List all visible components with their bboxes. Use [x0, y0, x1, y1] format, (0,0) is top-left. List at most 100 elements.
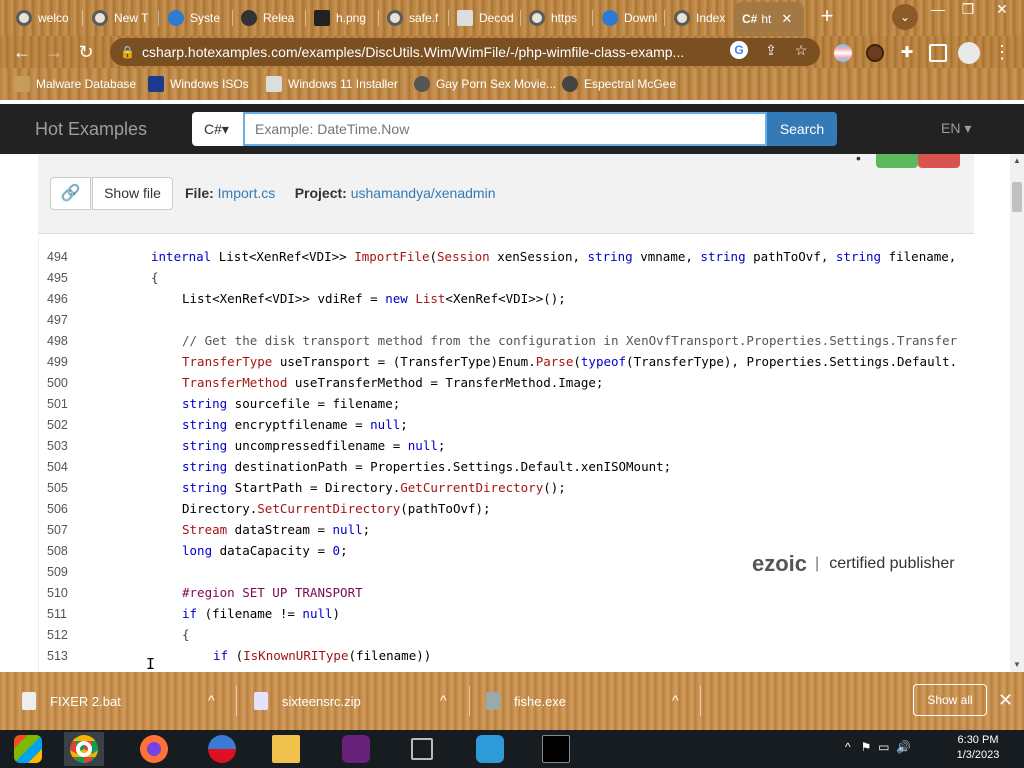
address-bar[interactable]: 🔒 csharp.hotexamples.com/examples/DiscUt… [110, 38, 820, 66]
ezoic-logo: ezoic [752, 551, 808, 576]
tab-active-hotexamples[interactable]: C# ht ✕ [734, 2, 804, 36]
download-bar: FIXER 2.bat ^ sixteensrc.zip ^ fishe.exe ^ … [0, 672, 1024, 730]
language-select[interactable]: C#▾ [192, 112, 243, 146]
code-line: 503 string uncompressedfilename = null; [47, 438, 446, 453]
close-window-icon[interactable]: ✕ [988, 2, 1016, 18]
bookmark-espectral-mcgee[interactable]: Espectral McGee [562, 76, 676, 92]
chrome-icon [70, 735, 98, 763]
scrollbar-thumb[interactable] [1012, 182, 1022, 212]
ezoic-badge[interactable]: ezoic | certified publisher [752, 551, 955, 577]
tab-index[interactable]: Index [666, 4, 732, 32]
extension-flag-icon[interactable] [834, 44, 852, 62]
code-line: 502 string encryptfilename = null; [47, 417, 408, 432]
tab-safe[interactable]: safe.f [379, 4, 449, 32]
close-download-bar-icon[interactable]: ✕ [998, 690, 1013, 711]
lock-icon: 🔒 [120, 45, 135, 59]
chevron-up-icon[interactable]: ^ [208, 692, 215, 708]
browser-toolbar: ← → ↻ 🔒 csharp.hotexamples.com/examples/… [0, 36, 1024, 68]
file-link[interactable]: Import.cs [218, 185, 276, 201]
code-line: 513 if (IsKnownURIType(filename)) [47, 648, 432, 663]
show-file-button[interactable]: Show file [92, 177, 173, 210]
profile-avatar-icon[interactable] [958, 42, 980, 64]
tab-h-png[interactable]: h.png [306, 4, 376, 32]
forward-icon[interactable]: → [42, 40, 66, 64]
bookmark-malware-database[interactable]: Malware Database [14, 76, 136, 92]
bookmark-movie[interactable]: Gay Porn Sex Movie... [414, 76, 556, 92]
ui-language-dropdown[interactable]: EN ▾ [941, 120, 971, 137]
reload-icon[interactable]: ↻ [74, 40, 98, 64]
bookmark-star-icon[interactable]: ☆ [792, 41, 810, 59]
search-input[interactable] [243, 112, 767, 146]
taskbar-app[interactable] [202, 732, 242, 766]
csharp-icon: C# [742, 12, 758, 26]
github-icon [241, 10, 257, 26]
chevron-up-icon[interactable]: ^ [672, 692, 679, 708]
taskbar-firefox[interactable] [134, 732, 174, 766]
menu-kebab-icon[interactable]: ⋮ [990, 40, 1014, 64]
volume-icon[interactable]: 🔊 [896, 740, 911, 754]
back-icon[interactable]: ← [10, 40, 34, 64]
taskbar-task-view[interactable] [402, 732, 442, 766]
bookmark-windows-11-installer[interactable]: Windows 11 Installer [266, 76, 398, 92]
image-icon [266, 76, 282, 92]
system-tray[interactable]: ^ ⚑ ▭ 🔊 [845, 740, 911, 754]
file-info: File: Import.cs Project: ushamandya/xena… [185, 185, 496, 201]
tab-decode[interactable]: Decod [449, 4, 519, 32]
tab-system[interactable]: Syste [160, 4, 230, 32]
network-icon[interactable]: ▭ [878, 740, 889, 754]
text-cursor-icon: I [146, 655, 156, 672]
taskbar-clock[interactable]: 6:30 PM 1/3/2023 [948, 733, 1008, 763]
bookmark-windows-isos[interactable]: Windows ISOs [148, 76, 249, 92]
tray-chevron-icon[interactable]: ^ [845, 740, 851, 754]
vote-up-button[interactable] [876, 154, 918, 168]
task-view-icon [411, 738, 433, 760]
google-lens-icon[interactable]: G [730, 41, 748, 59]
scroll-down-icon[interactable]: ▼ [1012, 660, 1022, 670]
scroll-up-icon[interactable]: ▲ [1012, 156, 1022, 166]
tab-releases[interactable]: Relea [233, 4, 303, 32]
close-tab-icon[interactable]: ✕ [781, 11, 792, 27]
new-tab-button[interactable]: + [816, 5, 838, 28]
code-line: 500 TransferMethod useTransferMethod = Tr… [47, 375, 604, 390]
blue-icon [602, 10, 618, 26]
tab-new-tab[interactable]: New T [84, 4, 154, 32]
download-item[interactable]: sixteensrc.zip ^ [254, 672, 464, 730]
taskbar-app-2[interactable] [470, 732, 510, 766]
tab-welcome[interactable]: welco [8, 4, 78, 32]
code-line: 496 List<XenRef<VDI>> vdiRef = new List<X… [47, 291, 566, 306]
tab-https[interactable]: https [521, 4, 591, 32]
folder-icon [272, 735, 300, 763]
taskbar-chrome[interactable] [64, 732, 104, 766]
minimize-icon[interactable]: — [924, 2, 952, 18]
flag-icon[interactable]: ⚑ [861, 740, 872, 754]
download-item[interactable]: FIXER 2.bat ^ [22, 672, 232, 730]
search-button[interactable]: Search [767, 112, 837, 146]
download-item[interactable]: fishe.exe ^ [486, 672, 696, 730]
zip-file-icon [254, 692, 268, 710]
vote-down-button[interactable] [918, 154, 960, 168]
share-icon[interactable]: ⇪ [762, 41, 780, 59]
project-link[interactable]: ushamandya/xenadmin [351, 185, 496, 201]
link-icon[interactable]: 🔗 [50, 177, 91, 210]
browser-window: { "tabs":[ {"label":"welco","icon":"chro… [0, 0, 1024, 768]
code-line: 507 Stream dataStream = null; [47, 522, 371, 537]
tab-search-button[interactable]: ⌄ [892, 4, 918, 30]
visual-studio-icon [342, 735, 370, 763]
chevron-up-icon[interactable]: ^ [440, 692, 447, 708]
tab-downloads[interactable]: Downl [594, 4, 664, 32]
extension-avatar-icon[interactable] [866, 44, 884, 62]
page-scrollbar[interactable] [1010, 154, 1024, 672]
page-content: • 🔗 Show file File: Import.cs Project: u… [0, 154, 1010, 672]
taskbar-visual-studio[interactable] [336, 732, 376, 766]
chrome-icon [674, 10, 690, 26]
show-all-downloads-button[interactable]: Show all [913, 684, 987, 716]
site-brand[interactable]: Hot Examples [35, 119, 147, 140]
taskbar-cmd[interactable] [536, 732, 576, 766]
extensions-icon[interactable]: ✚ [898, 44, 916, 62]
code-line: 504 string destinationPath = Properties.S… [47, 459, 672, 474]
restore-icon[interactable]: ❐ [954, 2, 982, 18]
code-line: 512{ [47, 627, 190, 642]
taskbar-file-explorer[interactable] [266, 732, 306, 766]
start-button[interactable] [8, 732, 48, 766]
side-panel-icon[interactable] [929, 44, 947, 62]
